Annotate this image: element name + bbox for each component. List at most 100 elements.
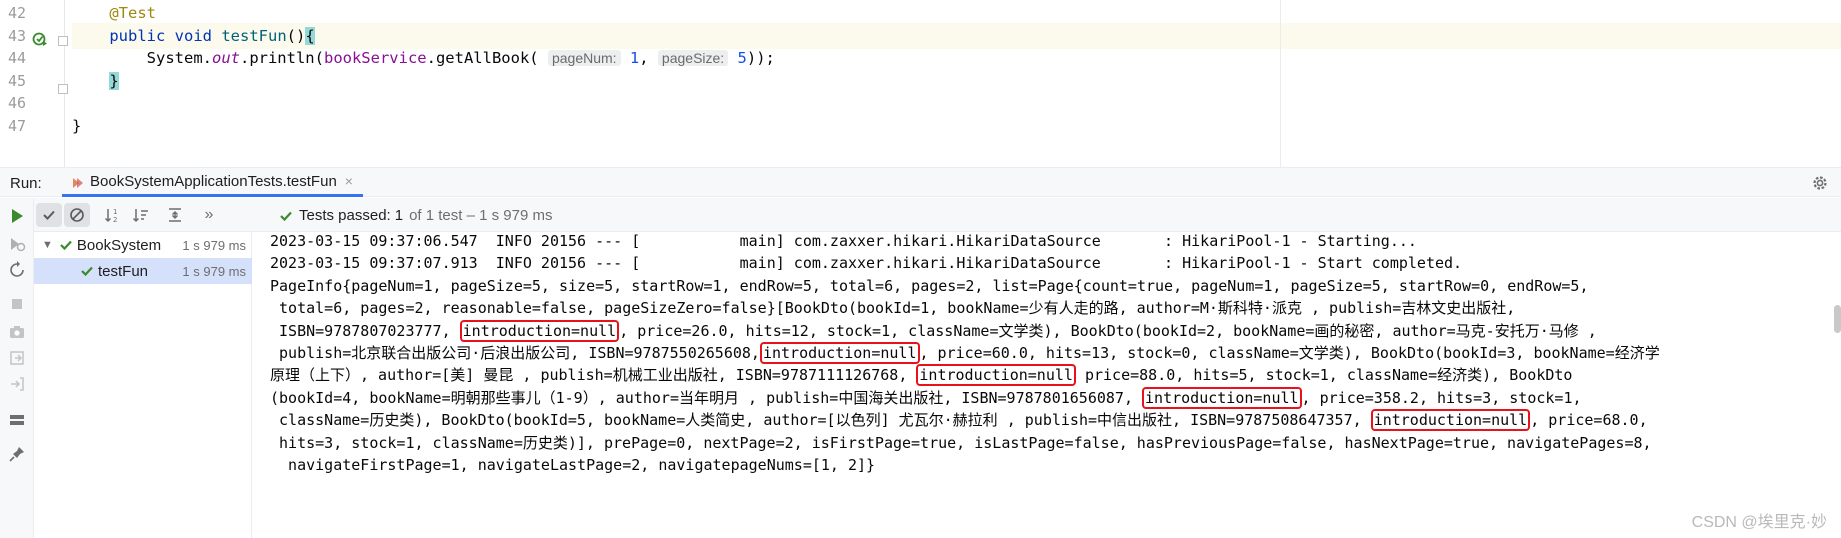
highlighted-text: introduction=null xyxy=(1142,386,1302,409)
code-token: } xyxy=(72,117,82,135)
code-line[interactable]: } xyxy=(72,113,1841,139)
line-number: 44 xyxy=(8,49,27,68)
camera-icon[interactable] xyxy=(7,322,27,342)
code-token: bookService xyxy=(323,49,427,68)
sort-alphabetically-button[interactable]: 12 xyxy=(100,203,126,227)
code-token: pageSize: xyxy=(657,50,729,67)
run-label: Run: xyxy=(10,175,42,192)
run-tool-window-header: Run: BookSystemApplicationTests.testFun … xyxy=(0,167,1841,197)
code-token: 5 xyxy=(737,49,747,68)
console-text: , price=26.0, hits=12, stock=1, classNam… xyxy=(619,321,1597,340)
pin-icon[interactable] xyxy=(7,444,27,464)
tree-item-time: 1 s 979 ms xyxy=(182,263,246,279)
console-text: ISBN=9787807023777, xyxy=(270,321,460,340)
test-results-toolbar: 12 » Tests passed: 1 of 1 test – 1 s 979… xyxy=(34,198,1841,232)
svg-text:2: 2 xyxy=(113,216,117,224)
fold-marker-icon[interactable] xyxy=(58,36,68,46)
gear-icon[interactable] xyxy=(1811,174,1829,192)
tests-passed-label: Tests passed: xyxy=(299,207,391,224)
chevron-down-icon[interactable]: ▼ xyxy=(42,239,53,251)
highlighted-text: introduction=null xyxy=(1370,409,1531,432)
import-icon[interactable] xyxy=(7,374,27,394)
test-config-icon xyxy=(73,178,83,188)
gutter-line: 47 xyxy=(0,113,72,139)
code-token: } xyxy=(109,71,119,90)
code-token: public xyxy=(109,26,175,45)
run-tab-title: BookSystemApplicationTests.testFun xyxy=(90,172,337,190)
console-text: , price=68.0, xyxy=(1530,411,1648,430)
console-text: navigateFirstPage=1, navigateLastPage=2,… xyxy=(270,456,876,474)
tests-passed-detail: of 1 test – 1 s 979 ms xyxy=(409,207,553,224)
code-token: () xyxy=(286,26,306,45)
fold-marker-icon[interactable] xyxy=(58,84,68,94)
check-icon xyxy=(43,210,55,220)
line-number: 43 xyxy=(8,26,27,45)
tree-item-label: BookSystem xyxy=(76,236,162,254)
code-token: System. xyxy=(72,49,212,68)
console-text: total=6, pages=2, reasonable=false, page… xyxy=(270,299,1516,318)
show-passed-toggle[interactable] xyxy=(36,203,62,227)
expand-all-icon xyxy=(169,208,181,222)
more-actions-chevron-icon[interactable]: » xyxy=(196,203,222,227)
console-text: hits=3, stock=1, className=历史类)], prePag… xyxy=(270,433,1652,452)
console-output[interactable]: 2023-03-15 09:37:06.547 INFO 20156 --- [… xyxy=(253,232,1833,538)
export-icon[interactable] xyxy=(7,348,27,368)
run-configuration-tab[interactable]: BookSystemApplicationTests.testFun × xyxy=(62,168,363,197)
console-text: (bookId=4, bookName=明朝那些事儿（1-9）, author=… xyxy=(270,388,1143,407)
code-token: out xyxy=(211,49,240,68)
show-ignored-toggle[interactable] xyxy=(64,203,90,227)
code-editor[interactable]: 42 43 44 45 46 47 @Test public void testFun()… xyxy=(0,0,1841,167)
line-number: 46 xyxy=(8,94,27,113)
console-text: className=历史类), BookDto(bookId=5, bookNa… xyxy=(270,411,1371,430)
tree-item-time: 1 s 979 ms xyxy=(182,237,246,253)
console-text: 2023-03-15 09:37:06.547 INFO 20156 --- [… xyxy=(270,232,1417,250)
sort-alpha-icon: 12 xyxy=(104,208,117,224)
rerun-failed-icon[interactable] xyxy=(7,234,27,254)
close-icon[interactable]: × xyxy=(345,173,353,189)
watermark: CSDN @埃里克·妙 xyxy=(1691,514,1827,531)
console-text: 2023-03-15 09:37:07.913 INFO 20156 --- [… xyxy=(270,254,1463,273)
right-margin-guide xyxy=(1280,0,1281,167)
code-token: )); xyxy=(746,49,775,68)
line-number: 47 xyxy=(8,117,27,135)
console-text: 原理（上下）, author=[美] 曼昆 , publish=机械工业出版社,… xyxy=(270,366,917,385)
code-token: @Test xyxy=(109,4,156,22)
highlighted-text: introduction=null xyxy=(459,319,620,342)
check-icon xyxy=(60,240,72,251)
console-text: , price=358.2, hits=3, stock=1, xyxy=(1301,388,1582,407)
code-area[interactable]: @Test public void testFun(){ System.out.… xyxy=(72,0,1841,167)
code-token: .println( xyxy=(239,49,324,68)
console-text: PageInfo{pageNum=1, pageSize=5, size=5, … xyxy=(270,276,1589,295)
sort-duration-icon xyxy=(132,209,148,223)
run-test-gutter-icon[interactable] xyxy=(32,31,48,47)
code-token: .getAllBook( xyxy=(426,49,548,68)
tests-status: Tests passed: 1 of 1 test – 1 s 979 ms xyxy=(279,207,552,224)
code-token: testFun xyxy=(221,26,287,45)
console-text: , price=60.0, hits=13, stock=0, classNam… xyxy=(919,344,1660,362)
check-icon xyxy=(81,266,93,277)
tree-item-root[interactable]: ▼ BookSystem 1 s 979 ms xyxy=(34,232,252,258)
tree-item-label: testFun xyxy=(98,262,149,280)
console-text: price=88.0, hits=5, stock=1, className=经… xyxy=(1075,366,1573,385)
code-token: 1 xyxy=(629,49,640,68)
highlighted-text: introduction=null xyxy=(759,342,920,364)
code-token: void xyxy=(174,26,222,45)
run-side-toolbar xyxy=(0,198,34,538)
sort-by-duration-button[interactable] xyxy=(128,203,154,227)
svg-text:1: 1 xyxy=(113,208,117,216)
check-icon xyxy=(280,211,292,221)
tree-item-testfun[interactable]: testFun 1 s 979 ms xyxy=(34,258,252,284)
console-scrollbar[interactable] xyxy=(1834,305,1841,333)
test-results-tree: ▼ BookSystem 1 s 979 ms testFun 1 s 979 … xyxy=(34,232,252,538)
rerun-icon[interactable] xyxy=(7,206,27,226)
stop-icon[interactable] xyxy=(7,294,27,314)
expand-all-button[interactable] xyxy=(162,203,188,227)
layout-icon[interactable] xyxy=(7,410,27,430)
console-line: navigateFirstPage=1, navigateLastPage=2,… xyxy=(270,452,875,478)
toggle-auto-test-icon[interactable] xyxy=(7,260,27,280)
